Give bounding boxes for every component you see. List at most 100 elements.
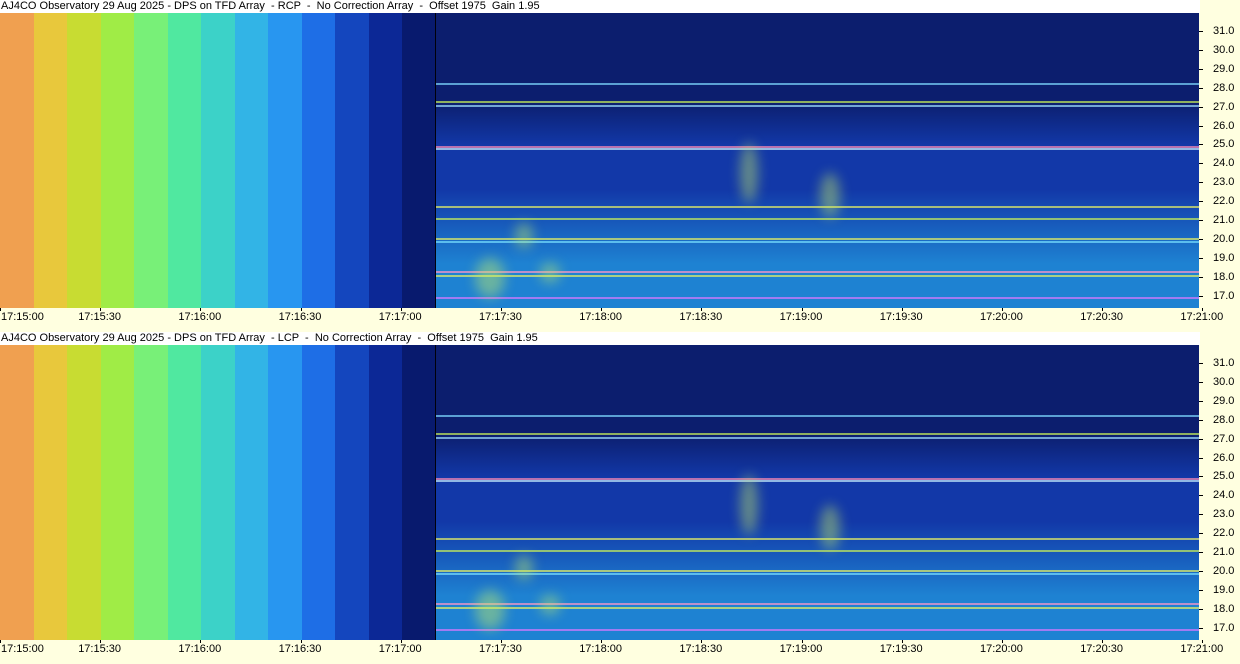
calibration-band [234,13,269,308]
frequency-label: 25.0 [1213,470,1235,483]
frequency-label: 23.0 [1213,508,1235,521]
frequency-axis-lcp: 31.0 30.0 29.0 28.0 27.0 26.0 25.0 24.0 23.0 22.0… [1199,345,1240,640]
frequency-label: 24.0 [1213,489,1235,502]
time-label: 17:18:00 [579,311,623,323]
calibration-band [100,13,135,308]
calibration-band [167,345,202,640]
calibration-band [201,345,235,640]
frequency-tick [1199,31,1203,32]
frequency-tick [1199,87,1203,89]
calibration-band [167,13,202,308]
frequency-tick [1199,589,1203,591]
time-label: 17:17:00 [378,643,422,655]
frequency-label: 28.0 [1213,81,1235,94]
spectrogram-rcp[interactable] [0,13,1199,308]
frequency-label: 30.0 [1213,375,1235,388]
calibration-band [100,345,135,640]
frequency-tick [1199,276,1203,278]
frequency-label: 22.0 [1213,195,1235,208]
panel-title-rcp: AJ4CO Observatory 29 Aug 2025 - DPS on T… [0,0,1200,13]
frequency-tick [1199,125,1203,127]
time-label: 17:16:00 [178,643,222,655]
interference-line [436,629,1199,631]
emission-burst [475,590,505,630]
emission-burst [515,223,533,248]
frequency-tick [1199,400,1203,402]
calibration-band [368,13,403,308]
emission-burst [540,595,560,615]
interference-line [436,238,1199,240]
time-label: 17:15:00 [1,643,44,655]
frequency-label: 26.0 [1213,119,1235,132]
calibration-band [0,345,34,640]
emission-burst [820,173,840,218]
calibration-band [335,345,369,640]
emission-burst [475,258,505,298]
calibration-band [402,345,436,640]
frequency-label: 18.0 [1213,270,1235,283]
calibration-band [234,345,269,640]
spectrogram-lcp[interactable] [0,345,1199,640]
time-label: 17:21:00 [1180,643,1224,655]
emission-burst [820,505,840,550]
emission-burst [740,475,758,535]
calibration-band [268,345,302,640]
calibration-band [67,345,101,640]
interference-line [436,480,1199,482]
time-label: 17:19:00 [779,311,823,323]
frequency-tick [1199,570,1203,572]
time-label: 17:20:00 [980,311,1023,323]
frequency-label: 22.0 [1213,527,1235,540]
interference-line [436,437,1199,439]
time-label: 17:16:30 [278,311,322,323]
calibration-band [201,13,235,308]
interference-line [436,105,1199,107]
interference-line [436,206,1199,208]
frequency-tick [1199,438,1203,440]
frequency-tick [1199,144,1203,146]
frequency-tick [1199,476,1203,478]
calibration-band [134,13,168,308]
frequency-tick [1199,495,1203,497]
frequency-label: 30.0 [1213,43,1235,56]
emission-burst [540,263,560,283]
time-label: 17:19:30 [879,643,923,655]
frequency-tick [1199,627,1203,629]
frequency-label: 23.0 [1213,176,1235,189]
calibration-band [33,345,68,640]
frequency-tick [1199,257,1203,259]
interference-line [436,241,1199,243]
calibration-band [301,345,336,640]
frequency-label: 25.0 [1213,138,1235,151]
time-label: 17:20:30 [1080,311,1124,323]
frequency-axis-rcp: 31.0 30.0 29.0 28.0 27.0 26.0 25.0 24.0 23.0 22.0… [1199,13,1240,308]
panel-title-lcp: AJ4CO Observatory 29 Aug 2025 - DPS on T… [0,332,1200,345]
frequency-label: 17.0 [1213,621,1235,634]
frequency-label: 31.0 [1213,25,1235,37]
frequency-label: 31.0 [1213,357,1235,369]
interference-line [436,573,1199,575]
interference-line [436,148,1199,150]
frequency-label: 29.0 [1213,62,1235,75]
emission-burst [740,143,758,203]
interference-line [436,83,1199,85]
frequency-tick [1199,182,1203,184]
frequency-tick [1199,201,1203,203]
frequency-label: 27.0 [1213,432,1235,445]
time-label: 17:21:00 [1180,311,1224,323]
frequency-label: 17.0 [1213,289,1235,302]
interference-line [436,101,1199,103]
interference-line [436,415,1199,417]
time-label: 17:19:30 [879,311,923,323]
time-axis-rcp: 17:15:00 17:15:30 17:16:00 17:16:30 17:17:00… [0,308,1240,326]
calibration-band [402,13,436,308]
calibration-band [368,345,403,640]
time-label: 17:20:30 [1080,643,1124,655]
frequency-tick [1199,533,1203,535]
time-label: 17:16:00 [178,311,222,323]
frequency-label: 21.0 [1213,546,1235,558]
frequency-tick [1199,220,1203,221]
calibration-band [0,13,34,308]
interference-line [436,218,1199,220]
time-label: 17:19:00 [779,643,823,655]
